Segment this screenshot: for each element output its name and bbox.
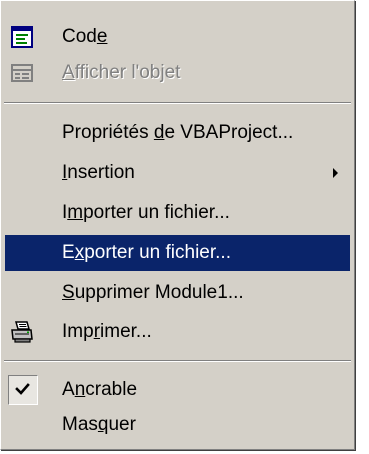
menu-item-imprimer[interactable]: Imprimer... (5, 314, 350, 350)
menu-item-exporter-fichier[interactable]: Exporter un fichier... (5, 235, 350, 271)
menu-separator (4, 360, 351, 362)
menu-item-afficher-objet[interactable]: Afficher l'objet (5, 55, 350, 91)
menu-separator (4, 102, 351, 104)
submenu-arrow-icon (333, 168, 338, 178)
menu-item-label: Exporter un fichier... (62, 242, 231, 263)
menu-item-insertion[interactable]: Insertion (5, 155, 350, 191)
menu-item-label: Supprimer Module1... (62, 282, 244, 303)
checkmark-box (8, 375, 38, 405)
menu-item-proprietes-vbaproject[interactable]: Propriétés de VBAProject... (5, 115, 350, 151)
menu-item-label: Imprimer... (62, 321, 152, 342)
printer-icon (10, 320, 34, 344)
menu-item-label: Insertion (62, 162, 135, 183)
menu-item-supprimer-module1[interactable]: Supprimer Module1... (5, 275, 350, 311)
menu-item-masquer[interactable]: Masquer (5, 407, 350, 443)
context-menu: Code Afficher l'objet Propriétés de VBAP… (0, 0, 355, 450)
code-window-icon (10, 25, 34, 49)
menu-item-label: Masquer (62, 414, 136, 435)
menu-item-label: Code (62, 26, 108, 47)
menu-item-label: Ancrable (62, 379, 138, 400)
menu-item-importer-fichier[interactable]: Importer un fichier... (5, 195, 350, 231)
form-object-icon (10, 61, 34, 85)
menu-item-code[interactable]: Code (5, 19, 350, 55)
menu-item-label: Propriétés de VBAProject... (62, 122, 294, 143)
menu-item-label: Importer un fichier... (62, 202, 230, 223)
menu-item-label: Afficher l'objet (62, 62, 181, 83)
menu-item-ancrable[interactable]: Ancrable (5, 372, 350, 408)
checkmark-icon (15, 383, 30, 395)
